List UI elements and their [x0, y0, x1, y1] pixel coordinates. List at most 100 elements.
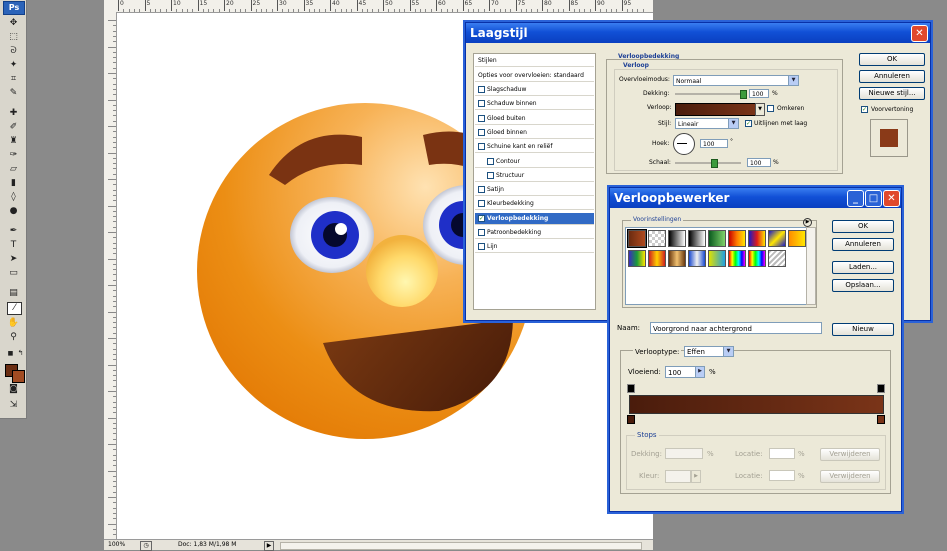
styles-header[interactable]: Stijlen — [475, 55, 594, 67]
gradient-tool-icon[interactable]: ▮ — [7, 178, 20, 189]
blur-tool-icon[interactable]: ◊ — [7, 192, 20, 203]
presets-menu-icon[interactable]: ▶ — [803, 218, 812, 227]
effect-item[interactable]: Gloed binnen — [475, 127, 594, 139]
lasso-tool-icon[interactable]: ᘐ — [7, 46, 20, 57]
effect-item[interactable]: Contour — [475, 156, 594, 168]
gradient-swatch[interactable] — [675, 103, 757, 116]
effect-checkbox[interactable] — [478, 200, 485, 208]
crop-tool-icon[interactable]: ⌗ — [7, 74, 20, 85]
effect-checkbox[interactable] — [478, 229, 485, 236]
scale-slider[interactable] — [675, 162, 741, 164]
type-tool-icon[interactable]: T — [7, 240, 20, 251]
healing-brush-tool-icon[interactable]: ✚ — [7, 108, 20, 119]
preset-swatch[interactable] — [708, 250, 726, 267]
effect-item[interactable]: Slagschaduw — [475, 84, 594, 96]
preset-swatch[interactable] — [688, 230, 706, 247]
preset-swatch[interactable] — [728, 230, 746, 247]
hand-tool-icon[interactable]: ✋ — [7, 318, 20, 329]
gradient-dropdown-icon[interactable]: ▼ — [755, 103, 765, 116]
preset-swatch[interactable] — [768, 230, 786, 247]
angle-dial[interactable] — [673, 133, 695, 155]
presets-scrollbar[interactable] — [806, 227, 816, 305]
stop-opacity-input[interactable] — [665, 448, 703, 459]
close-icon[interactable]: ✕ — [911, 25, 928, 42]
ok-button[interactable]: OK — [832, 220, 894, 233]
color-stop-right[interactable] — [877, 415, 885, 424]
eyedropper-tool-icon[interactable]: ⁄ — [7, 302, 22, 315]
status-arrow-icon[interactable]: ▶ — [264, 541, 274, 551]
effect-item[interactable]: Structuur — [475, 170, 594, 182]
effect-item[interactable]: Patroonbedekking — [475, 227, 594, 239]
swap-colors-icon[interactable]: ↰ — [14, 348, 27, 359]
preview-checkbox[interactable]: ✓ — [861, 106, 868, 113]
magic-wand-tool-icon[interactable]: ✦ — [7, 60, 20, 71]
delete-opacity-stop-button[interactable]: Verwijderen — [820, 448, 880, 461]
save-button[interactable]: Opslaan... — [832, 279, 894, 292]
preset-swatch[interactable] — [788, 230, 806, 247]
slice-tool-icon[interactable]: ✎ — [7, 88, 20, 99]
preset-swatch[interactable] — [668, 230, 686, 247]
effect-checkbox[interactable] — [478, 243, 485, 251]
ok-button[interactable]: OK — [859, 53, 925, 66]
reverse-checkbox[interactable] — [767, 105, 774, 112]
arrow-right-icon[interactable]: ▶ — [695, 367, 704, 377]
opacity-stop-left[interactable] — [627, 384, 635, 393]
minimize-icon[interactable]: _ — [847, 190, 864, 207]
preset-swatch[interactable] — [668, 250, 686, 267]
effect-checkbox[interactable] — [487, 171, 494, 179]
type-select[interactable]: Effen ▼ — [684, 346, 734, 357]
background-color-swatch[interactable] — [12, 370, 25, 383]
load-button[interactable]: Laden... — [832, 261, 894, 274]
effect-checkbox[interactable] — [487, 157, 494, 165]
style-select[interactable]: Lineair ▼ — [675, 118, 739, 129]
pen-tool-icon[interactable]: ✒ — [7, 226, 20, 237]
blend-options-item[interactable]: Opties voor overvloeien: standaard — [475, 70, 594, 82]
name-input[interactable]: Voorgrond naar achtergrond — [650, 322, 822, 334]
effect-checkbox[interactable]: ✓ — [478, 214, 485, 222]
new-style-button[interactable]: Nieuwe stijl... — [859, 87, 925, 100]
align-with-layer-checkbox[interactable]: ✓ — [745, 120, 752, 127]
history-brush-tool-icon[interactable]: ✑ — [7, 150, 20, 161]
effect-checkbox[interactable] — [478, 186, 485, 194]
stop-location-input[interactable] — [769, 448, 795, 459]
brush-tool-icon[interactable]: ✐ — [7, 122, 20, 133]
opacity-stop-right[interactable] — [877, 384, 885, 393]
maximize-icon[interactable]: □ — [865, 190, 882, 207]
screen-mode-icon[interactable]: ⇲ — [7, 400, 20, 411]
opacity-input[interactable]: 100 — [749, 89, 769, 98]
scale-slider-thumb[interactable] — [711, 159, 718, 168]
quick-mask-icon[interactable]: ◙ — [7, 384, 20, 395]
preset-swatch[interactable] — [628, 250, 646, 267]
smooth-input[interactable]: 100 ▶ — [665, 366, 705, 378]
preset-swatch[interactable] — [627, 229, 647, 248]
zoom-tool-icon[interactable]: ⚲ — [7, 332, 20, 343]
stop-color-arrow-icon[interactable]: ▶ — [691, 470, 701, 483]
delete-color-stop-button[interactable]: Verwijderen — [820, 470, 880, 483]
opacity-slider[interactable] — [675, 93, 745, 95]
stop-color-location-input[interactable] — [769, 470, 795, 481]
marquee-tool-icon[interactable]: ⬚ — [7, 32, 20, 43]
preset-swatch[interactable] — [748, 230, 766, 247]
cancel-button[interactable]: Annuleren — [832, 238, 894, 251]
effect-checkbox[interactable] — [478, 143, 485, 151]
effect-checkbox[interactable] — [478, 86, 485, 93]
effect-checkbox[interactable] — [478, 114, 485, 122]
scale-input[interactable]: 100 — [747, 158, 771, 167]
effect-checkbox[interactable] — [478, 128, 485, 136]
path-selection-tool-icon[interactable]: ➤ — [7, 254, 20, 265]
eraser-tool-icon[interactable]: ▱ — [7, 164, 20, 175]
photoshop-logo[interactable]: Ps — [3, 1, 25, 15]
gradient-bar[interactable] — [629, 395, 884, 414]
shape-tool-icon[interactable]: ▭ — [7, 268, 20, 279]
preset-swatch[interactable] — [648, 250, 666, 267]
move-tool-icon[interactable]: ✥ — [7, 18, 20, 29]
cancel-button[interactable]: Annuleren — [859, 70, 925, 83]
preset-swatch[interactable] — [648, 230, 666, 247]
clone-stamp-tool-icon[interactable]: ♜ — [7, 136, 20, 147]
stop-color-swatch[interactable] — [665, 470, 691, 483]
new-button[interactable]: Nieuw — [832, 323, 894, 336]
dodge-tool-icon[interactable]: ● — [7, 206, 20, 217]
effect-item[interactable]: Schuine kant en reliëf — [475, 141, 594, 154]
effect-item[interactable]: Schaduw binnen — [475, 98, 594, 111]
preset-swatch[interactable] — [748, 250, 766, 267]
